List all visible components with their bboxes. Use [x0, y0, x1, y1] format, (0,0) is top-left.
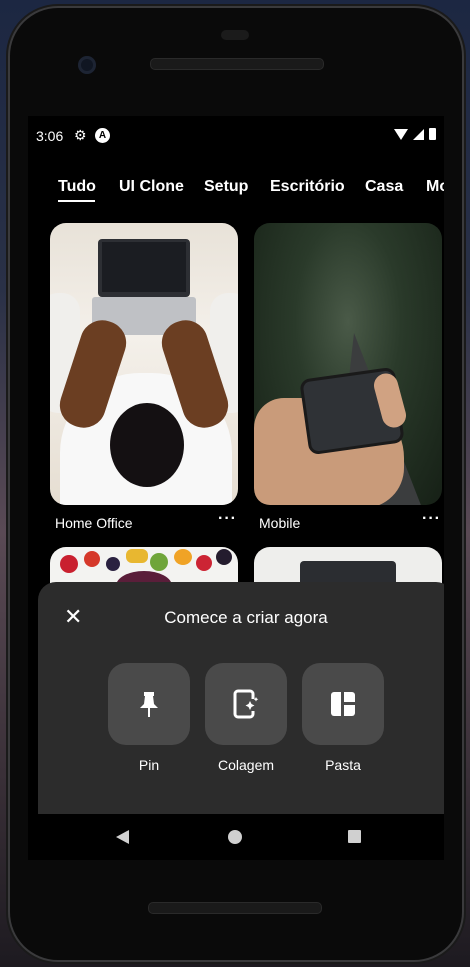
settings-icon: ⚙	[74, 127, 87, 143]
image-detail	[84, 551, 100, 567]
tab-ui-clone[interactable]: UI Clone	[119, 178, 184, 196]
pin-more-button[interactable]: ···	[422, 510, 441, 528]
app-screen: 3:06 ⚙ A Tudo UI Clone Setup Escritório …	[28, 116, 444, 860]
image-detail	[106, 557, 120, 571]
create-board-button[interactable]	[302, 663, 384, 745]
board-icon	[331, 692, 355, 716]
action-label-collage: Colagem	[217, 757, 275, 773]
collage-icon	[233, 689, 259, 719]
category-tabs: Tudo UI Clone Setup Escritório Casa Mo	[28, 174, 444, 208]
home-icon[interactable]	[228, 830, 242, 844]
earpiece-speaker	[150, 58, 324, 70]
tab-casa[interactable]: Casa	[365, 178, 403, 196]
image-detail	[110, 403, 184, 487]
image-detail	[60, 555, 78, 573]
pin-image-mobile[interactable]	[254, 223, 442, 505]
create-collage-button[interactable]	[205, 663, 287, 745]
tab-tudo[interactable]: Tudo	[58, 178, 96, 196]
battery-icon	[429, 128, 436, 140]
image-detail	[196, 555, 212, 571]
create-board-action[interactable]: Pasta	[302, 663, 384, 773]
system-nav-bar	[28, 814, 444, 860]
status-icons	[394, 128, 436, 140]
sheet-title: Comece a criar agora	[164, 608, 328, 627]
pin-image-home-office[interactable]	[50, 223, 238, 505]
action-label-pin: Pin	[138, 757, 160, 773]
image-detail	[102, 242, 186, 292]
pin-more-button[interactable]: ···	[218, 510, 237, 528]
pin-title-mobile: Mobile	[259, 515, 301, 531]
top-sensor	[221, 30, 249, 40]
recent-apps-icon[interactable]	[348, 830, 361, 843]
tab-setup[interactable]: Setup	[204, 178, 248, 196]
tab-escritorio[interactable]: Escritório	[270, 178, 345, 196]
create-pin-action[interactable]: Pin	[108, 663, 190, 773]
status-bar: 3:06 ⚙ A	[28, 116, 444, 156]
action-label-board: Pasta	[325, 757, 361, 773]
create-pin-button[interactable]	[108, 663, 190, 745]
image-detail	[126, 549, 148, 563]
image-detail	[150, 553, 168, 571]
status-time: 3:06	[36, 128, 64, 144]
app-notification-icon: A	[95, 128, 110, 143]
create-collage-action[interactable]: Colagem	[205, 663, 287, 773]
image-detail	[216, 549, 232, 565]
front-camera	[78, 56, 96, 74]
back-icon[interactable]	[116, 830, 129, 844]
wifi-icon	[394, 128, 408, 140]
signal-icon	[413, 128, 424, 140]
phone-frame: 3:06 ⚙ A Tudo UI Clone Setup Escritório …	[10, 8, 462, 960]
image-detail	[174, 549, 192, 565]
image-detail	[98, 239, 190, 297]
create-bottom-sheet: ✕ Comece a criar agora Pin Colagem Pasta	[38, 582, 444, 814]
pin-icon	[140, 692, 158, 717]
pin-title-home-office: Home Office	[55, 515, 133, 531]
active-tab-indicator	[58, 200, 95, 202]
bottom-speaker	[148, 902, 322, 914]
tab-more[interactable]: Mo	[426, 178, 444, 196]
